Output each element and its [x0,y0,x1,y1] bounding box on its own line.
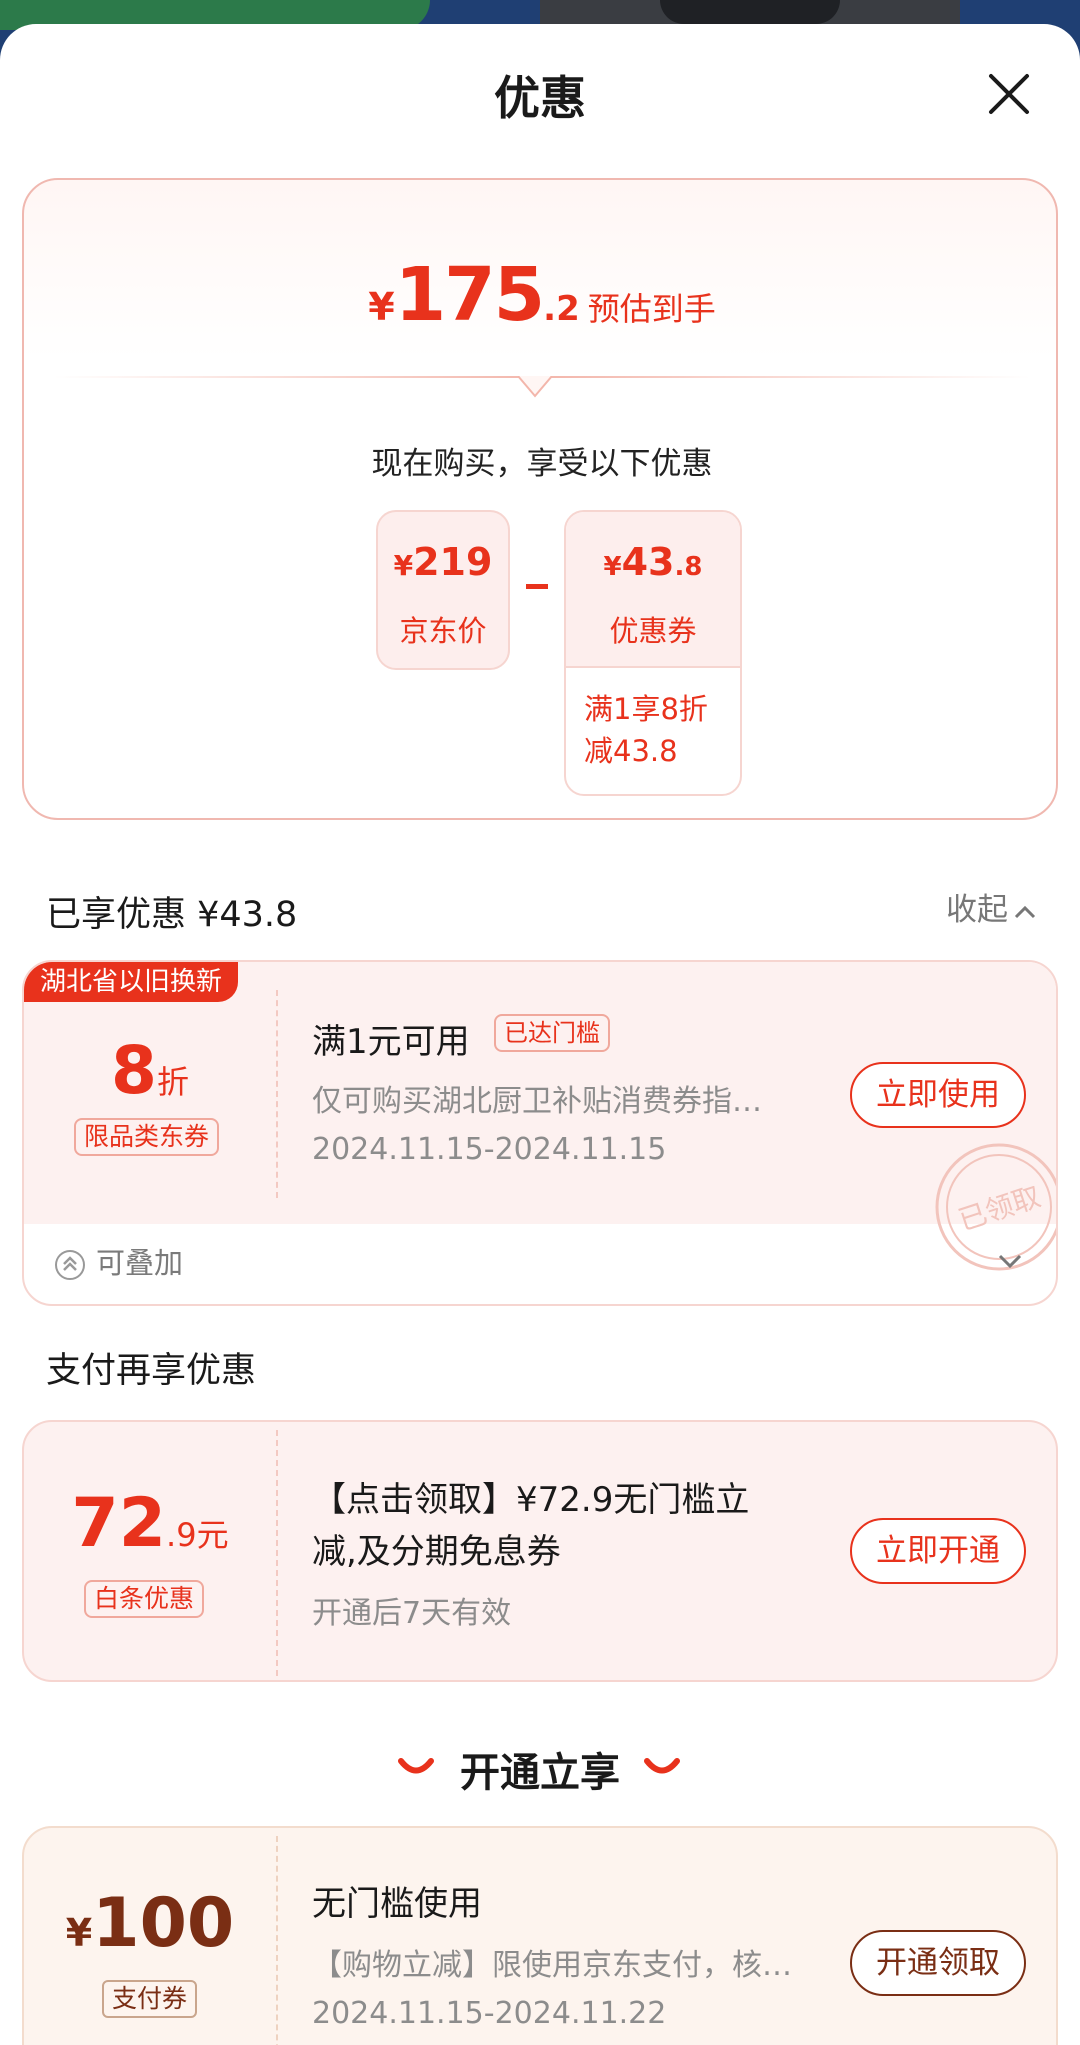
coupon-title: 满1元可用 [312,1022,470,1062]
chevron-up-icon [1014,905,1036,918]
activate-claim-button[interactable]: 开通领取 [850,1930,1026,1996]
activate-now-button[interactable]: 立即开通 [850,1518,1026,1584]
coupon-validity: 开通后7天有效 [312,1596,512,1631]
chevron-down-icon[interactable] [998,1254,1022,1268]
buy-now-text: 现在购买，享受以下优惠 [371,446,713,482]
pay-section-title: 支付再享优惠 [46,1351,257,1391]
minus-sign [526,584,548,589]
open-section-title: 开通立享 [460,1750,620,1796]
divider-notch [518,376,552,398]
baitiao-coupon-card: 72.9元 白条优惠 【点击领取】¥72.9无门槛立 减,及分期免息券 开通后7… [22,1420,1058,1682]
coupon-dates: 2024.11.15-2024.11.15 [312,1132,667,1167]
coupon-title: 无门槛使用 [312,1884,482,1924]
close-icon[interactable] [983,68,1035,120]
coupon-type-chip: 白条优惠 [84,1580,205,1618]
smile-decoration-right [644,1758,680,1774]
estimated-price: ¥175.2 预估到手 [368,252,716,338]
pay-coupon-card: ¥100 支付券 无门槛使用 【购物立减】限使用京东支付，核… 2024.11.… [22,1826,1058,2045]
price-summary-card: ¥175.2 预估到手 现在购买，享受以下优惠 ¥219 京东价 ¥43.8 优惠… [22,178,1058,820]
collapse-button[interactable]: 收起 [946,884,1036,929]
coupon-type-chip: 限品类东券 [74,1118,220,1156]
coupon-description: 【购物立减】限使用京东支付，核… [312,1948,792,1983]
enjoyed-discount-label: 已享优惠 ¥43.8 [46,895,298,935]
coupon-dates: 2024.11.15-2024.11.22 [312,1996,667,2031]
coupon-type-chip: 支付券 [102,1980,198,2018]
jd-price-box: ¥219 京东价 [376,510,510,670]
use-now-button[interactable]: 立即使用 [850,1062,1026,1128]
svg-text:已领取: 已领取 [954,1180,1044,1237]
stackable-row[interactable]: 可叠加 [54,1240,183,1282]
coupon-breakdown-box: ¥43.8 优惠券 满1享8折 减43.8 [564,510,742,796]
trade-in-coupon-card: 湖北省以旧换新 8折 限品类东券 满1元可用 已达门槛 仅可购买湖北厨卫补贴消费… [22,960,1058,1306]
stack-icon [55,1250,85,1280]
coupon-title-line2: 减,及分期免息券 [312,1532,561,1572]
sheet-title: 优惠 [494,71,586,125]
coupon-title-line1: 【点击领取】¥72.9无门槛立 [312,1480,750,1520]
trade-in-tag: 湖北省以旧换新 [24,962,239,1002]
received-stamp: 已领取 [935,1143,1056,1271]
discount-sheet: 优惠 ¥175.2 预估到手 现在购买，享受以下优惠 ¥219 京东价 ¥43.8… [0,24,1080,2045]
threshold-badge: 已达门槛 [494,1014,610,1052]
coupon-description: 仅可购买湖北厨卫补贴消费券指… [312,1084,762,1119]
